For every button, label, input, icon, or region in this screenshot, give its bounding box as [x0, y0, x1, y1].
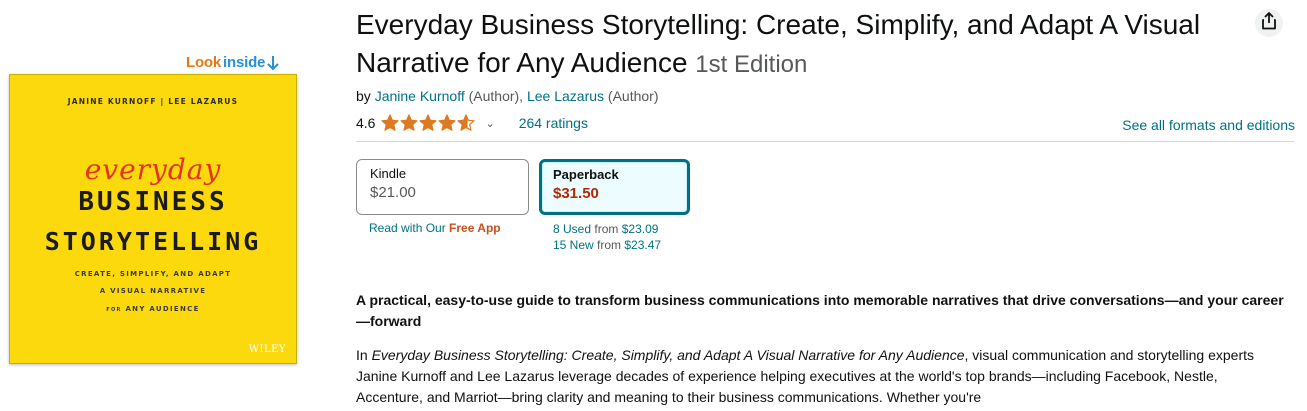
- author-role: (Author): [607, 88, 659, 104]
- description-intro: In: [356, 347, 368, 363]
- star-rating[interactable]: [381, 114, 476, 132]
- ratings-count-link[interactable]: 264 ratings: [519, 115, 588, 131]
- used-offers-link[interactable]: 8 Used: [553, 222, 591, 236]
- description-body: In Everyday Business Storytelling: Creat…: [356, 345, 1276, 408]
- description-headline: A practical, easy-to-use guide to transf…: [356, 292, 1284, 329]
- star-icon: [457, 114, 476, 131]
- rating-row: 4.6 ⌄ 264 ratings: [356, 114, 588, 132]
- used-price-link[interactable]: $23.09: [622, 222, 659, 236]
- format-swatch-paperback[interactable]: Paperback $31.50: [539, 159, 690, 215]
- divider: [356, 141, 1294, 142]
- used-offers-row: 8 Used from $23.09: [553, 221, 661, 237]
- paperback-offers: 8 Used from $23.09 15 New from $23.47: [553, 221, 661, 253]
- free-app-label: Free App: [449, 221, 501, 235]
- new-price-link[interactable]: $23.47: [624, 238, 661, 252]
- cover-subtitle-line3: FOR ANY AUDIENCE: [10, 305, 296, 313]
- author-link-kurnoff[interactable]: Janine Kurnoff: [375, 88, 465, 104]
- cover-authors: JANINE KURNOFF | LEE LAZARUS: [67, 97, 239, 106]
- cover-subtitle-for: FOR: [106, 307, 122, 313]
- product-title: Everyday Business Storytelling: Create, …: [356, 6, 1236, 84]
- rating-value: 4.6: [356, 115, 376, 131]
- edition-label: 1st Edition: [695, 51, 808, 78]
- kindle-free-app-link[interactable]: Read with Our Free App: [369, 221, 501, 235]
- publisher-logo: WILEY: [248, 344, 286, 355]
- chevron-down-icon[interactable]: ⌄: [485, 117, 494, 130]
- format-price: $31.50: [553, 185, 599, 202]
- cover-script-word: everyday: [84, 153, 222, 186]
- new-offers-row: 15 New from $23.47: [553, 237, 661, 253]
- look-inside-link[interactable]: Look inside: [186, 54, 279, 71]
- free-app-prefix: Read with Our: [369, 221, 446, 235]
- see-all-formats-link[interactable]: See all formats and editions: [1122, 117, 1295, 133]
- star-icon: [419, 114, 438, 131]
- cover-subtitle-line1: CREATE, SIMPLIFY, AND ADAPT: [74, 270, 232, 278]
- share-button[interactable]: [1255, 9, 1283, 37]
- format-label: Paperback: [553, 167, 619, 182]
- star-icon: [381, 114, 400, 131]
- star-icon: [438, 114, 457, 131]
- author-role: (Author),: [468, 88, 524, 104]
- author-link-lazarus[interactable]: Lee Lazarus: [527, 88, 604, 104]
- new-from: from: [597, 238, 622, 252]
- byline: by Janine Kurnoff (Author), Lee Lazarus …: [356, 88, 659, 104]
- cover-subtitle-line2: A VISUAL NARRATIVE: [99, 287, 207, 295]
- book-cover-image[interactable]: JANINE KURNOFF | LEE LAZARUS everyday BU…: [9, 74, 297, 364]
- down-arrow-icon: [267, 55, 279, 71]
- description-book-title: Everyday Business Storytelling: Create, …: [371, 347, 965, 363]
- format-swatch-kindle[interactable]: Kindle $21.00: [356, 159, 529, 215]
- cover-title-line2: STORYTELLING: [44, 227, 262, 256]
- byline-by: by: [356, 88, 371, 104]
- share-icon: [1261, 11, 1277, 35]
- cover-subtitle-audience: ANY AUDIENCE: [125, 305, 200, 313]
- star-icon: [400, 114, 419, 131]
- used-from: from: [594, 222, 619, 236]
- look-inside-label-blue: inside: [223, 54, 266, 71]
- look-inside-label: Look: [186, 54, 222, 71]
- cover-title-line1: BUSINESS: [78, 187, 228, 217]
- new-offers-link[interactable]: 15 New: [553, 238, 594, 252]
- format-price: $21.00: [370, 184, 416, 201]
- format-label: Kindle: [370, 166, 407, 181]
